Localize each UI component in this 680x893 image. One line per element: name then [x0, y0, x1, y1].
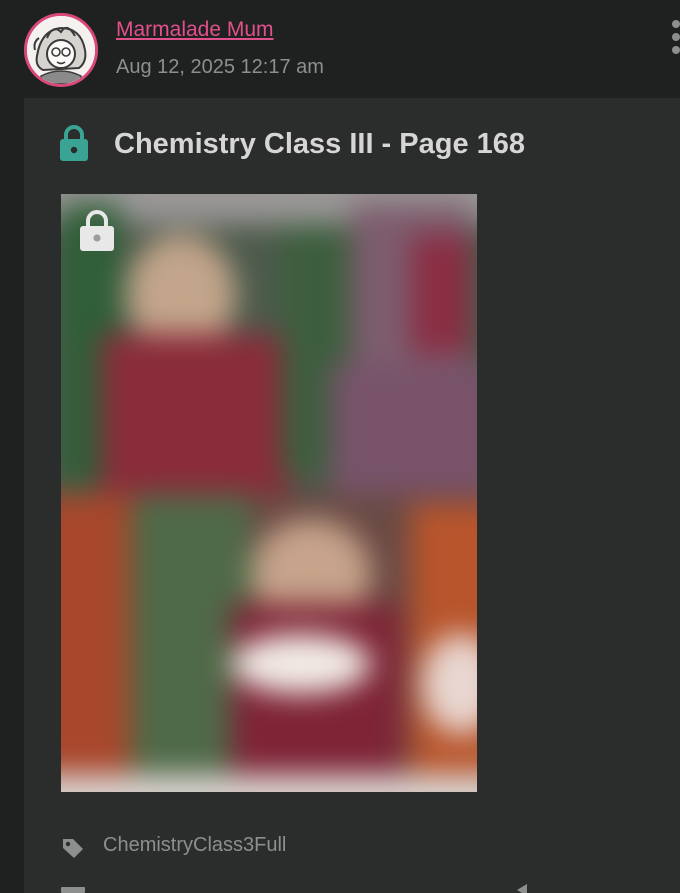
avatar-image	[27, 16, 95, 84]
lock-icon	[80, 210, 114, 251]
comment-icon[interactable]	[61, 887, 85, 893]
post-title[interactable]: Chemistry Class III - Page 168	[114, 128, 525, 161]
post-image-thumbnail[interactable]	[61, 194, 477, 792]
menu-dot	[672, 46, 680, 54]
post-header: Marmalade Mum Aug 12, 2025 12:17 am	[0, 0, 680, 98]
share-icon[interactable]	[517, 884, 527, 893]
blurred-preview-image	[61, 194, 477, 792]
menu-dot	[672, 20, 680, 28]
menu-dot	[672, 33, 680, 41]
tag-link[interactable]: ChemistryClass3Full	[103, 834, 286, 857]
lock-icon	[60, 125, 88, 161]
post-date: Aug 12, 2025 12:17 am	[116, 56, 324, 78]
post-footer-actions	[61, 884, 680, 893]
more-vertical-icon[interactable]	[672, 20, 680, 58]
author-name-link[interactable]: Marmalade Mum	[116, 18, 274, 42]
avatar[interactable]	[24, 13, 98, 87]
post-page: Marmalade Mum Aug 12, 2025 12:17 am Chem…	[0, 0, 680, 893]
post-card: Chemistry Class III - Page 168 Chemistry…	[24, 98, 680, 893]
tag-icon	[63, 839, 83, 858]
